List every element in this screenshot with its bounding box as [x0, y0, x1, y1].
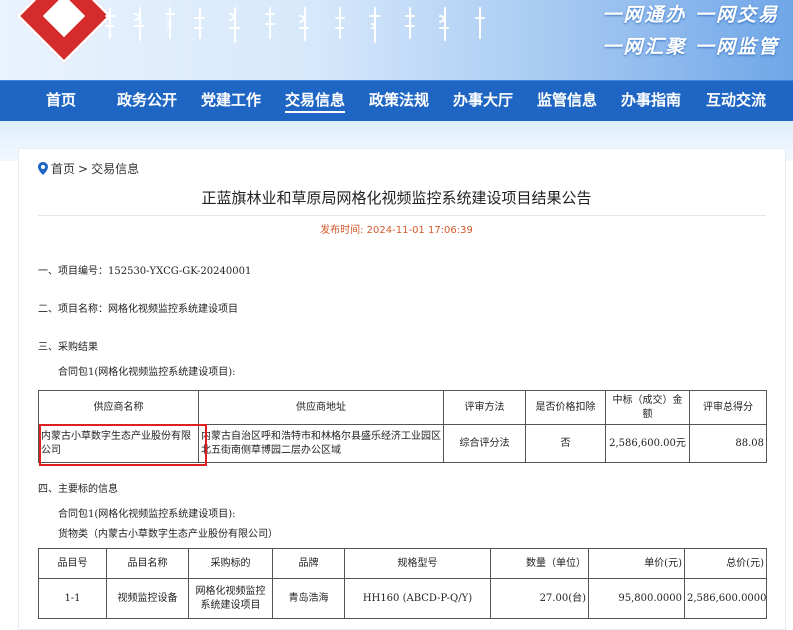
col-header-supplier: 供应商名称 [38, 390, 199, 425]
cell-total-price: 2,586,600.0000 [684, 578, 767, 619]
nav-item-interaction[interactable]: 互动交流 [706, 81, 766, 121]
cell-brand: 青岛浩海 [272, 578, 345, 619]
nav-item-party-building[interactable]: 党建工作 [201, 81, 261, 121]
breadcrumb: 首页 > 交易信息 [38, 160, 139, 177]
main-nav: 首页 政务公开 党建工作 交易信息 政策法规 办事大厅 监管信息 办事指南 互动… [0, 80, 793, 121]
cell-item-no: 1-1 [38, 578, 107, 619]
section-project-name: 二、项目名称：网格化视频监控系统建设项目 [38, 304, 238, 315]
publish-time-label: 发布时间: [320, 225, 364, 236]
goods-table: 品目号 品目名称 采购标的 品牌 规格型号 数量（单位） 单价(元) 总价(元)… [38, 548, 767, 619]
nav-item-policy[interactable]: 政策法规 [369, 81, 429, 121]
cell-price-deduction: 否 [525, 424, 606, 463]
header-banner: 一网通办 一网交易 一网汇聚 一网监管 [0, 0, 793, 80]
section-main-items: 四、主要标的信息 [38, 484, 118, 495]
title-divider [38, 215, 766, 216]
cell-item-name: 视频监控设备 [106, 578, 189, 619]
contract-package-label: 合同包1(网格化视频监控系统建设项目): [58, 367, 236, 378]
col-header-item-name: 品目名称 [106, 548, 189, 579]
col-header-brand: 品牌 [272, 548, 345, 579]
cell-unit-price: 95,800.0000 [588, 578, 685, 619]
col-header-model: 规格型号 [344, 548, 491, 579]
nav-item-home[interactable]: 首页 [46, 81, 76, 121]
section-project-number: 一、项目编号：152530-YXCG-GK-20240001 [38, 266, 252, 277]
col-header-item-no: 品目号 [38, 548, 107, 579]
slogan-line-2: 一网汇聚 一网监管 [602, 36, 779, 58]
col-header-address: 供应商地址 [198, 390, 444, 425]
site-logo[interactable] [15, 0, 113, 65]
col-header-quantity: 数量（单位） [490, 548, 589, 579]
page-title: 正蓝旗林业和草原局网格化视频监控系统建设项目结果公告 [201, 189, 592, 207]
cell-model: HH160 (ABCD-P-Q/Y) [344, 578, 491, 619]
col-header-price-deduction: 是否价格扣除 [525, 390, 606, 425]
col-header-review-method: 评审方法 [443, 390, 526, 425]
nav-item-supervision[interactable]: 监管信息 [537, 81, 597, 121]
col-header-award-amount: 中标（成交）金额 [605, 390, 690, 425]
breadcrumb-home[interactable]: 首页 [51, 160, 75, 177]
nav-item-guide[interactable]: 办事指南 [621, 81, 681, 121]
highlight-box [39, 424, 207, 466]
cell-target: 网格化视频监控系统建设项目 [188, 578, 273, 619]
section-procurement-result: 三、采购结果 [38, 342, 98, 353]
publish-time: 发布时间: 2024-11-01 17:06:39 [0, 221, 793, 236]
table-header-row: 供应商名称 供应商地址 评审方法 是否价格扣除 中标（成交）金额 评审总得分 [38, 390, 767, 425]
contract-package-label-2: 合同包1(网格化视频监控系统建设项目): [58, 509, 236, 520]
col-header-target: 采购标的 [188, 548, 273, 579]
nav-item-trade-info[interactable]: 交易信息 [285, 81, 346, 113]
col-header-unit-price: 单价(元) [588, 548, 685, 579]
cell-review-method: 综合评分法 [443, 424, 526, 463]
breadcrumb-current[interactable]: 交易信息 [91, 160, 139, 177]
publish-time-value: 2024-11-01 17:06:39 [366, 225, 473, 236]
col-header-total-score: 评审总得分 [689, 390, 767, 425]
cell-quantity: 27.00(台) [490, 578, 589, 619]
table-header-row: 品目号 品目名称 采购标的 品牌 规格型号 数量（单位） 单价(元) 总价(元) [38, 548, 767, 579]
nav-item-gov-affairs[interactable]: 政务公开 [117, 81, 177, 121]
goods-category-label: 货物类（内蒙古小草数字生态产业股份有限公司） [58, 529, 278, 540]
cell-supplier-address: 内蒙古自治区呼和浩特市和林格尔县盛乐经济工业园区北五街南侧草博园二层办公区域 [198, 424, 444, 463]
cell-award-amount: 2,586,600.00元 [605, 424, 690, 463]
table-row: 1-1 视频监控设备 网格化视频监控系统建设项目 青岛浩海 HH160 (ABC… [38, 578, 767, 619]
col-header-total-price: 总价(元) [684, 548, 767, 579]
cell-total-score: 88.08 [689, 424, 767, 463]
slogan-line-1: 一网通办 一网交易 [602, 4, 779, 26]
breadcrumb-separator: > [78, 161, 89, 176]
location-pin-icon [38, 162, 48, 175]
mongolian-script-logo [105, 7, 485, 43]
nav-item-service-hall[interactable]: 办事大厅 [453, 81, 513, 121]
